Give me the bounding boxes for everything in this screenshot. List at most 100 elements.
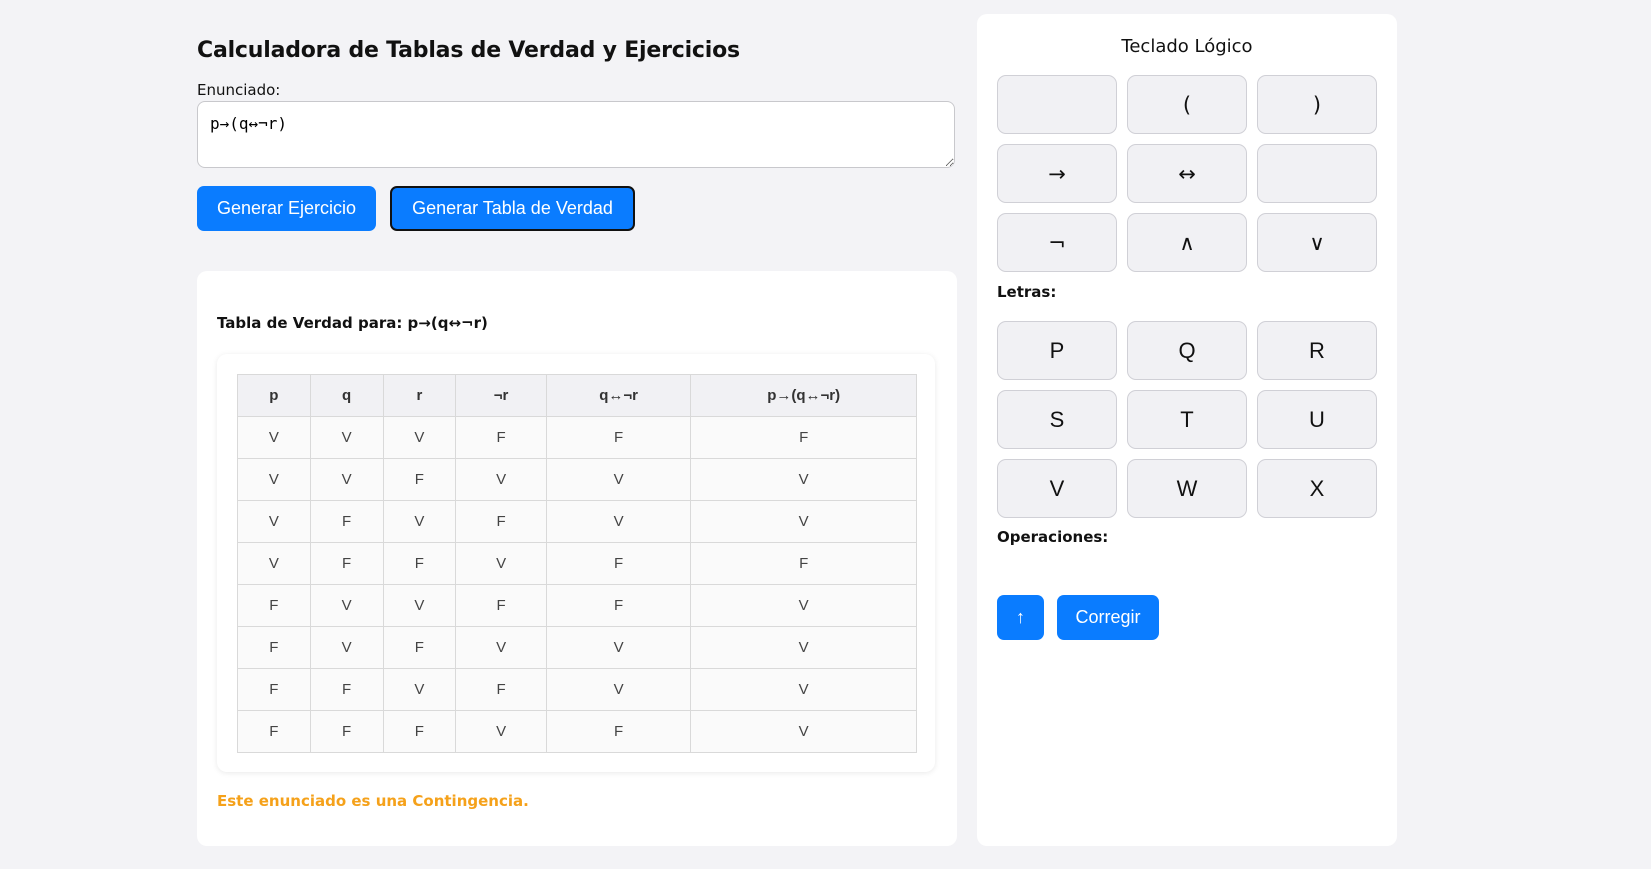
operations-label: Operaciones:	[997, 528, 1109, 546]
table-cell: V	[455, 626, 547, 669]
table-row: VVFVVV	[237, 458, 917, 501]
table-row: VFVFVV	[237, 500, 917, 543]
table-cell: F	[455, 584, 547, 627]
main-panel: Calculadora de Tablas de Verdad y Ejerci…	[197, 30, 957, 231]
table-cell: V	[455, 458, 547, 501]
table-cell: F	[309, 710, 384, 753]
table-row: VFFVFF	[237, 542, 917, 585]
table-cell: V	[237, 458, 311, 501]
table-cell: V	[455, 710, 547, 753]
table-cell: V	[545, 626, 692, 669]
table-cell: F	[545, 710, 692, 753]
table-cell: F	[382, 710, 457, 753]
table-cell: V	[690, 710, 917, 753]
table-cell: V	[545, 668, 692, 711]
correct-button[interactable]: Corregir	[1057, 595, 1159, 640]
table-cell: V	[237, 416, 311, 459]
generate-table-button[interactable]: Generar Tabla de Verdad	[390, 186, 635, 231]
symbol-key[interactable]: ¬	[997, 213, 1117, 272]
table-cell: V	[382, 584, 457, 627]
statement-input[interactable]: p→(q↔¬r)	[197, 101, 955, 168]
symbol-keys: () → ↔ ¬ ∧ ∨	[997, 75, 1377, 272]
keyboard-title: Teclado Lógico	[1121, 36, 1253, 57]
table-cell: V	[545, 500, 692, 543]
table-cell: F	[545, 416, 692, 459]
table-row: VVVFFF	[237, 416, 917, 459]
table-cell: V	[690, 584, 917, 627]
table-row: FVVFFV	[237, 584, 917, 627]
symbol-key-empty[interactable]	[997, 75, 1117, 134]
symbol-key[interactable]: ∨	[1257, 213, 1377, 272]
table-cell: V	[382, 500, 457, 543]
table-row: FFFVFV	[237, 710, 917, 753]
table-cell: F	[690, 416, 917, 459]
table-cell: V	[382, 668, 457, 711]
table-cell: F	[545, 584, 692, 627]
table-cell: V	[309, 584, 384, 627]
table-cell: F	[237, 584, 311, 627]
letter-key[interactable]: Q	[1127, 321, 1247, 380]
letter-key[interactable]: U	[1257, 390, 1377, 449]
symbol-key[interactable]: )	[1257, 75, 1377, 134]
table-cell: V	[237, 542, 311, 585]
letter-keys: PQR STU VWX	[997, 321, 1377, 518]
table-row: FFVFVV	[237, 668, 917, 711]
logic-keyboard: Teclado Lógico () → ↔ ¬ ∧ ∨ Letras: PQR STU VWX…	[977, 14, 1397, 846]
column-header: ¬r	[455, 374, 547, 417]
letter-key[interactable]: V	[997, 459, 1117, 518]
page-title: Calculadora de Tablas de Verdad y Ejerci…	[197, 38, 740, 63]
table-cell: F	[382, 626, 457, 669]
table-cell: F	[545, 542, 692, 585]
table-cell: V	[690, 458, 917, 501]
column-header: r	[382, 374, 457, 417]
classification-message: Este enunciado es una Contingencia.	[217, 792, 529, 810]
table-cell: F	[309, 542, 384, 585]
table-cell: F	[455, 668, 547, 711]
table-cell: V	[237, 500, 311, 543]
table-cell: V	[309, 416, 384, 459]
truth-table: p q r ¬r q↔¬r p→(q↔¬r) VVVFFFVVFVVVVFVFVVVFFV…	[237, 374, 917, 753]
table-cell: F	[237, 668, 311, 711]
table-cell: F	[309, 500, 384, 543]
symbol-key[interactable]: ↔	[1127, 144, 1247, 203]
table-cell: F	[382, 542, 457, 585]
symbol-key[interactable]: →	[997, 144, 1117, 203]
symbol-key-empty[interactable]	[1257, 144, 1377, 203]
generate-exercise-button[interactable]: Generar Ejercicio	[197, 186, 377, 231]
column-header: p	[237, 374, 311, 417]
table-cell: V	[690, 626, 917, 669]
symbol-key[interactable]: ∧	[1127, 213, 1247, 272]
table-cell: F	[309, 668, 384, 711]
table-cell: V	[309, 458, 384, 501]
column-header: q	[309, 374, 384, 417]
table-cell: V	[690, 668, 917, 711]
table-cell: V	[382, 416, 457, 459]
symbol-key[interactable]: (	[1127, 75, 1247, 134]
column-header: p→(q↔¬r)	[690, 374, 917, 417]
table-cell: F	[382, 458, 457, 501]
letter-key[interactable]: T	[1127, 390, 1247, 449]
letters-label: Letras:	[997, 283, 1057, 301]
column-header: q↔¬r	[545, 374, 692, 417]
letter-key[interactable]: S	[997, 390, 1117, 449]
table-row: FVFVVV	[237, 626, 917, 669]
result-card: Tabla de Verdad para: p→(q↔¬r) p q r ¬r q↔¬r…	[197, 271, 957, 846]
up-arrow-button[interactable]: ↑	[997, 595, 1044, 640]
statement-label: Enunciado:	[197, 81, 281, 99]
table-cell: V	[309, 626, 384, 669]
truth-table-container: p q r ¬r q↔¬r p→(q↔¬r) VVVFFFVVFVVVVFVFVVVFFV…	[217, 354, 935, 772]
truth-table-title: Tabla de Verdad para: p→(q↔¬r)	[217, 314, 488, 332]
letter-key[interactable]: R	[1257, 321, 1377, 380]
table-cell: V	[690, 500, 917, 543]
letter-key[interactable]: P	[997, 321, 1117, 380]
table-cell: F	[455, 500, 547, 543]
table-cell: F	[690, 542, 917, 585]
table-cell: V	[455, 542, 547, 585]
letter-key[interactable]: W	[1127, 459, 1247, 518]
letter-key[interactable]: X	[1257, 459, 1377, 518]
table-cell: F	[237, 626, 311, 669]
table-cell: F	[237, 710, 311, 753]
table-header-row: p q r ¬r q↔¬r p→(q↔¬r)	[237, 374, 917, 417]
table-cell: F	[455, 416, 547, 459]
table-cell: V	[545, 458, 692, 501]
